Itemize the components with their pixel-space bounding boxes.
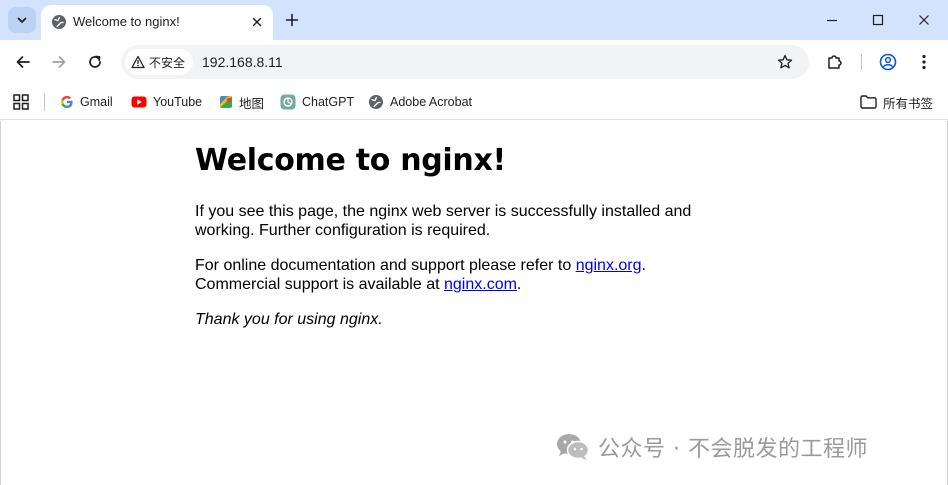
folder-icon [860, 95, 877, 109]
bookmark-label: Adobe Acrobat [390, 95, 473, 109]
more-vertical-icon [922, 54, 926, 70]
bookmarks-divider [44, 93, 45, 111]
security-indicator[interactable]: 不安全 [125, 49, 194, 75]
bookmarks-bar: Gmail YouTube 地图 ChatGPT Adobe Acrobat 所… [0, 84, 948, 120]
page-heading: Welcome to nginx! [195, 143, 506, 178]
warning-icon [131, 55, 145, 69]
page-content: Welcome to nginx! If you see this page, … [195, 143, 705, 345]
apps-grid-icon[interactable] [12, 93, 30, 111]
bookmark-label: ChatGPT [302, 95, 355, 109]
profile-icon [879, 53, 897, 71]
bookmark-label: 地图 [239, 96, 265, 111]
bookmark-label: Gmail [80, 95, 113, 109]
maps-icon [220, 96, 232, 108]
tab-title: Welcome to nginx! [73, 14, 180, 29]
plus-icon [285, 13, 299, 27]
close-icon [252, 17, 262, 27]
active-tab[interactable]: Welcome to nginx! [41, 5, 273, 40]
thanks-text: Thank you for using nginx. [195, 311, 383, 328]
arrow-left-icon [16, 56, 30, 68]
thanks-paragraph: Thank you for using nginx. [195, 310, 705, 329]
puzzle-icon [828, 55, 842, 69]
watermark-text: 公众号 · 不会脱发的工程师 [598, 437, 868, 462]
all-bookmarks-label: 所有书签 [883, 96, 934, 111]
title-bar: Welcome to nginx! [0, 0, 948, 40]
back-button[interactable] [12, 51, 34, 73]
minimize-button[interactable] [822, 10, 842, 30]
toolbar: 不安全 192.168.8.11 [0, 40, 948, 84]
tab-search-button[interactable] [8, 7, 36, 33]
support-text: For online documentation and support ple… [195, 257, 576, 274]
extensions-button[interactable] [824, 51, 846, 73]
bookmark-youtube[interactable]: YouTube [131, 91, 202, 113]
bookmark-maps[interactable]: 地图 [219, 91, 264, 113]
globe-icon [52, 15, 66, 29]
support-text-punct: . [641, 257, 646, 274]
maximize-icon [872, 14, 884, 26]
bookmark-star-button[interactable] [775, 52, 795, 72]
globe-icon [369, 95, 383, 109]
star-icon [777, 54, 793, 69]
nginx-com-link[interactable]: nginx.com [444, 276, 517, 293]
minimize-icon [827, 19, 837, 22]
google-icon [61, 96, 73, 108]
address-bar[interactable]: 不安全 192.168.8.11 [121, 45, 809, 79]
security-label: 不安全 [149, 55, 186, 70]
profile-button[interactable] [877, 51, 899, 73]
chatgpt-icon [280, 94, 296, 110]
window-close-button[interactable] [914, 10, 934, 30]
support-paragraph: For online documentation and support ple… [195, 256, 705, 294]
bookmark-gmail[interactable]: Gmail [60, 91, 113, 113]
nginx-org-link[interactable]: nginx.org [576, 257, 642, 274]
wechat-icon [557, 434, 590, 460]
reload-icon [89, 55, 101, 68]
bookmark-adobe-acrobat[interactable]: Adobe Acrobat [368, 91, 472, 113]
maximize-button[interactable] [868, 10, 888, 30]
youtube-icon [131, 96, 147, 108]
commercial-text-punct: . [516, 276, 522, 293]
all-bookmarks-button[interactable]: 所有书签 [860, 91, 933, 113]
new-tab-button[interactable] [282, 10, 302, 30]
close-icon [919, 15, 929, 25]
arrow-right-icon [52, 56, 66, 68]
intro-paragraph: If you see this page, the nginx web serv… [195, 203, 692, 239]
forward-button[interactable] [48, 51, 70, 73]
toolbar-divider [861, 54, 862, 70]
bookmark-chatgpt[interactable]: ChatGPT [280, 91, 354, 113]
watermark: 公众号 · 不会脱发的工程师 [556, 432, 868, 462]
menu-button[interactable] [913, 51, 935, 73]
commercial-text: Commercial support is available at [195, 276, 444, 293]
bookmark-label: YouTube [153, 95, 203, 109]
tab-close-button[interactable] [249, 14, 265, 30]
chevron-down-icon [17, 17, 27, 23]
reload-button[interactable] [84, 51, 106, 73]
url-text[interactable]: 192.168.8.11 [202, 54, 283, 70]
